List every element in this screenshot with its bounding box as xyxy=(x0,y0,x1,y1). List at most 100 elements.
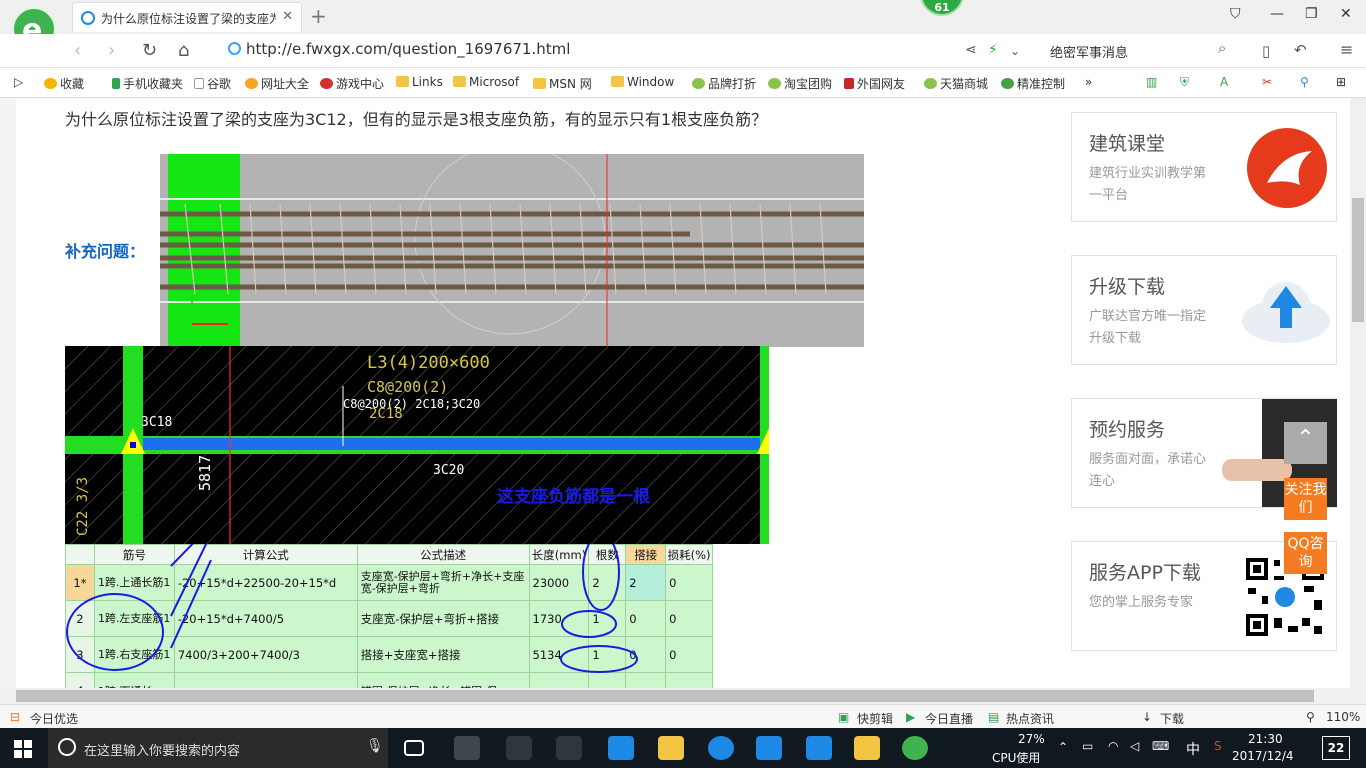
clock-date[interactable]: 2017/12/4 xyxy=(1232,749,1294,763)
bookmark-item[interactable]: 外国网友 xyxy=(844,75,905,92)
home-icon[interactable]: ⌂ xyxy=(178,40,189,61)
bookmark-item[interactable]: 网址大全 xyxy=(245,75,309,92)
notification-badge[interactable]: 61 xyxy=(920,0,964,16)
bookmark-item[interactable]: 品牌打折 xyxy=(692,75,756,92)
more-bookmarks-icon[interactable]: » xyxy=(1085,75,1092,89)
status-item[interactable]: 今日直播 xyxy=(925,710,973,727)
windows-start-icon[interactable] xyxy=(14,740,32,758)
sidebar-toggle-icon[interactable]: ▷ xyxy=(14,75,23,89)
browser-taskbar-icon[interactable] xyxy=(902,736,928,760)
clock-time[interactable]: 21:30 xyxy=(1248,732,1283,746)
windows-taskbar: 在这里输入你要搜索的内容 🎙 27% CPU使用 ⌃ ▭ ◠ ◁ ⌨ 中 S 2… xyxy=(0,728,1366,768)
file-explorer-icon[interactable] xyxy=(658,736,684,760)
back-icon[interactable]: ‹ xyxy=(74,40,81,61)
vertical-scroll-thumb[interactable] xyxy=(1352,198,1364,322)
url-field[interactable]: http://e.fwxgx.com/question_1697671.html xyxy=(228,39,988,61)
notification-center-icon[interactable]: 22 xyxy=(1322,736,1350,760)
status-item[interactable]: 热点资讯 xyxy=(1006,710,1054,727)
zoom-icon[interactable]: ⚲ xyxy=(1300,75,1309,89)
stirrup-label: C8@200(2) xyxy=(367,378,448,396)
notepad-app-icon[interactable] xyxy=(854,736,880,760)
tab-close-icon[interactable]: ✕ xyxy=(282,9,293,24)
vertical-rebar-label: C22 3/3 xyxy=(75,477,91,536)
bookmark-item[interactable]: Microsof xyxy=(453,75,519,89)
lightning-icon[interactable]: ⚡ xyxy=(988,42,998,58)
shirt-icon[interactable]: ⛉ xyxy=(1230,6,1241,22)
chevron-down-icon[interactable]: ⌄ xyxy=(1010,44,1020,58)
card-title: 服务APP下载 xyxy=(1089,562,1201,584)
search-icon[interactable]: ⌕ xyxy=(1218,39,1226,57)
undo-icon[interactable]: ↶ xyxy=(1294,41,1307,59)
shield-icon[interactable]: ⛨ xyxy=(1180,75,1189,90)
qq-consult-button[interactable]: QQ咨询 xyxy=(1284,532,1327,574)
url-text: http://e.fwxgx.com/question_1697671.html xyxy=(246,40,571,58)
question-title: 为什么原位标注设置了梁的支座为3C12，但有的显示是3根支座负筋，有的显示只有1… xyxy=(65,110,768,129)
maximize-button[interactable]: ❐ xyxy=(1305,6,1318,22)
status-item[interactable]: 快剪辑 xyxy=(857,710,893,727)
cross-app-icon[interactable] xyxy=(806,736,832,760)
menu-icon[interactable]: ≡ xyxy=(1340,40,1353,59)
browser-tab[interactable]: 为什么原位标注设置了梁的支座为3C12 ✕ xyxy=(72,2,302,32)
bookmark-item[interactable]: 手机收藏夹 xyxy=(112,75,183,92)
bookmark-item[interactable]: 收藏 xyxy=(44,75,84,92)
volume-icon[interactable]: ◁ xyxy=(1130,739,1139,753)
card-title: 预约服务 xyxy=(1089,419,1166,441)
microphone-icon[interactable]: 🎙 xyxy=(366,738,384,754)
download-icon: ↓ xyxy=(1142,710,1153,724)
internet-explorer-icon[interactable] xyxy=(708,736,734,760)
grid-icon[interactable]: ⊞ xyxy=(1336,75,1346,89)
horizontal-scrollbar[interactable] xyxy=(0,688,1366,704)
battery-icon[interactable]: ▭ xyxy=(1082,739,1093,753)
close-window-button[interactable]: ✕ xyxy=(1340,6,1352,22)
ime-indicator[interactable]: 中 xyxy=(1186,739,1200,759)
phone-icon[interactable]: ▯ xyxy=(1262,42,1270,60)
browser-statusbar: ⊟ 今日优选 ▣ 快剪辑 ▶ 今日直播 ▤ 热点资讯 ↓ 下载 ⚲ 110% xyxy=(0,704,1366,728)
bookmark-item[interactable]: Window xyxy=(611,75,674,89)
horizontal-scroll-thumb[interactable] xyxy=(16,690,1314,702)
ie-e-app-icon[interactable] xyxy=(506,736,532,760)
glodon-logo-icon xyxy=(1247,128,1327,208)
bookmark-item[interactable]: MSN 网 xyxy=(533,75,592,92)
vertical-scrollbar[interactable] xyxy=(1350,98,1366,688)
wifi-icon[interactable]: ◠ xyxy=(1108,739,1118,753)
refresh-icon[interactable]: ↻ xyxy=(142,40,157,61)
card-title: 升级下载 xyxy=(1089,276,1166,298)
task-view-icon[interactable] xyxy=(404,740,424,756)
minimize-button[interactable]: — xyxy=(1270,6,1284,22)
bookmarks-bar: ▷ 收藏 手机收藏夹 谷歌 网址大全 游戏中心 Links Microsof M… xyxy=(0,68,1366,98)
bookmark-item[interactable]: 淘宝团购 xyxy=(768,75,832,92)
forward-icon[interactable]: › xyxy=(108,40,115,61)
pinwheel-app-icon[interactable] xyxy=(454,736,480,760)
handwritten-circles xyxy=(66,544,638,673)
spiral-app-icon[interactable] xyxy=(556,736,582,760)
keyboard-icon[interactable]: ⌨ xyxy=(1152,739,1169,753)
today-picks-link[interactable]: 今日优选 xyxy=(30,710,78,727)
bookmark-item[interactable]: Links xyxy=(396,75,443,89)
bookmark-item[interactable]: 天猫商城 xyxy=(924,75,988,92)
bookmark-item[interactable]: 谷歌 xyxy=(194,75,231,92)
search-box[interactable]: 绝密军事消息 ⌕ xyxy=(1040,39,1240,61)
book-icon[interactable]: ▥ xyxy=(1146,75,1157,89)
edge-icon[interactable] xyxy=(608,736,634,760)
scissors-clip-icon: ▣ xyxy=(838,710,850,724)
status-item[interactable]: 下载 xyxy=(1160,710,1184,727)
zoom-level[interactable]: 110% xyxy=(1326,710,1360,724)
back-to-top-button[interactable]: ⌃ xyxy=(1284,422,1327,464)
rebar-3d-drawing xyxy=(160,154,864,347)
new-tab-button[interactable]: + xyxy=(310,4,327,28)
bookmark-item[interactable]: 精准控制 xyxy=(1001,75,1065,92)
glodon-app-icon[interactable] xyxy=(756,736,782,760)
share-icon[interactable]: ⋖ xyxy=(965,42,977,58)
sidebar-card-download[interactable]: 升级下载 广联达官方唯一指定升级下载 xyxy=(1071,255,1337,365)
tray-expand-icon[interactable]: ⌃ xyxy=(1058,740,1068,754)
sogou-icon[interactable]: S xyxy=(1214,739,1222,753)
browser-tabbar: e 为什么原位标注设置了梁的支座为3C12 ✕ + 61 ⛉ — ❐ ✕ xyxy=(0,0,1366,52)
scissors-icon[interactable]: ✂ xyxy=(1262,75,1272,89)
translate-icon[interactable]: A xyxy=(1220,75,1228,89)
spec-label: C8@200(2) 2C18;3C20 xyxy=(343,397,480,411)
follow-us-button[interactable]: 关注我们 xyxy=(1284,478,1327,520)
taskbar-search[interactable]: 在这里输入你要搜索的内容 🎙 xyxy=(48,728,388,768)
bookmark-item[interactable]: 游戏中心 xyxy=(320,75,384,92)
sidebar-card-course[interactable]: 建筑课堂 建筑行业实训教学第一平台 xyxy=(1071,112,1337,222)
dimension-label: 5817 xyxy=(196,455,214,491)
